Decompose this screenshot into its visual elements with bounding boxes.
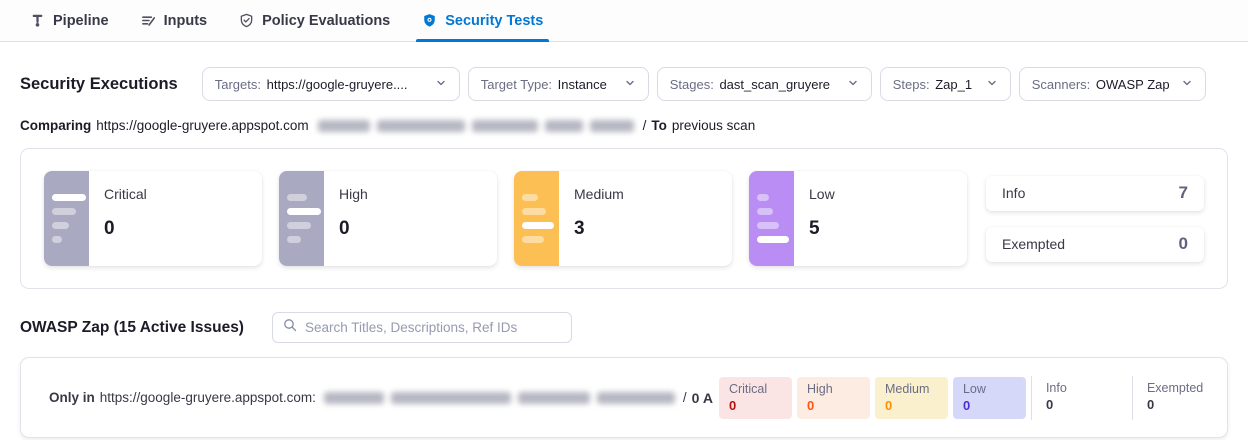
comparing-separator: / [643, 118, 647, 133]
severity-count: 0 [104, 218, 147, 240]
inputs-icon [141, 13, 156, 28]
exempted-card: Exempted 0 [986, 227, 1204, 262]
medium-bars-icon [514, 171, 559, 266]
medium-card: Medium 3 [514, 171, 732, 266]
to-label: To [651, 118, 667, 133]
execution-tabbar: Pipeline Inputs Policy Evaluations Secur… [0, 0, 1248, 42]
dropdown-value: dast_scan_gruyere [719, 77, 830, 92]
severity-count: 5 [809, 218, 835, 240]
dropdown-label: Targets: [215, 77, 261, 92]
dropdown-label: Steps: [893, 77, 930, 92]
issue-row-url: https://google-gruyere.appspot.com: [100, 390, 316, 405]
issue-row-text: Only in https://google-gruyere.appspot.c… [49, 390, 713, 406]
search-input[interactable] [305, 320, 561, 335]
low-badge: Low 0 [953, 377, 1026, 419]
stages-dropdown[interactable]: Stages: dast_scan_gruyere [657, 67, 872, 101]
steps-dropdown[interactable]: Steps: Zap_1 [880, 67, 1011, 101]
critical-badge: Critical 0 [719, 377, 792, 419]
dropdown-label: Target Type: [481, 77, 552, 92]
dropdown-value: Zap_1 [935, 77, 972, 92]
only-in-label: Only in [49, 390, 95, 405]
chevron-down-icon [1181, 77, 1193, 92]
dropdown-label: Stages: [670, 77, 714, 92]
info-count: 7 [1179, 183, 1188, 203]
info-card: Info 7 [986, 176, 1204, 211]
severity-count: 0 [339, 218, 368, 240]
chevron-down-icon [435, 77, 447, 92]
comparing-line: Comparing https://google-gruyere.appspot… [20, 118, 1228, 133]
shield-check-icon [239, 13, 254, 28]
exempted-badge: Exempted 0 [1132, 376, 1228, 420]
pipeline-icon [30, 13, 45, 28]
critical-bars-icon [44, 171, 89, 266]
medium-badge: Medium 0 [875, 377, 948, 419]
low-bars-icon [749, 171, 794, 266]
issues-search-box [272, 312, 572, 343]
scanners-dropdown[interactable]: Scanners: OWASP Zap [1019, 67, 1206, 101]
chevron-down-icon [624, 77, 636, 92]
exempted-label: Exempted [1002, 236, 1065, 252]
info-badge: Info 0 [1031, 376, 1127, 420]
issues-section-header: OWASP Zap (15 Active Issues) [20, 312, 1228, 343]
dropdown-value: https://google-gruyere.... [267, 77, 408, 92]
tab-inputs[interactable]: Inputs [141, 0, 208, 41]
targets-dropdown[interactable]: Targets: https://google-gruyere.... [202, 67, 460, 101]
tab-label: Policy Evaluations [262, 13, 390, 29]
severity-label: Medium [574, 186, 624, 202]
tab-label: Security Tests [445, 13, 543, 29]
high-bars-icon [279, 171, 324, 266]
high-card: High 0 [279, 171, 497, 266]
dropdown-value: OWASP Zap [1096, 77, 1170, 92]
severity-label: High [339, 186, 368, 202]
target-type-dropdown[interactable]: Target Type: Instance [468, 67, 649, 101]
chevron-down-icon [986, 77, 998, 92]
info-label: Info [1002, 185, 1025, 201]
critical-card: Critical 0 [44, 171, 262, 266]
issue-group-row[interactable]: Only in https://google-gruyere.appspot.c… [20, 357, 1228, 438]
shield-gear-icon [422, 13, 437, 28]
dropdown-label: Scanners: [1032, 77, 1091, 92]
security-executions-header: Security Executions Targets: https://goo… [20, 67, 1228, 101]
dropdown-value: Instance [558, 77, 607, 92]
scanner-issues-title: OWASP Zap (15 Active Issues) [20, 319, 244, 337]
tab-policy-evaluations[interactable]: Policy Evaluations [239, 0, 390, 41]
low-card: Low 5 [749, 171, 967, 266]
redacted-text [324, 392, 675, 404]
severity-label: Low [809, 186, 835, 202]
tab-label: Pipeline [53, 13, 109, 29]
comparing-url: https://google-gruyere.appspot.com [96, 118, 308, 133]
to-value: previous scan [672, 118, 755, 133]
issue-row-count: 0 A [692, 390, 713, 406]
tab-label: Inputs [164, 13, 208, 29]
severity-summary-panel: Critical 0 High 0 Medium 3 Low 5 Info 7 … [20, 148, 1228, 289]
redacted-text [318, 120, 634, 132]
severity-badges: Critical 0 High 0 Medium 0 Low 0 Info 0 … [719, 376, 1228, 420]
side-counts-column: Info 7 Exempted 0 [986, 176, 1204, 262]
issue-row-separator: / [683, 390, 687, 405]
severity-count: 3 [574, 218, 624, 240]
tab-security-tests[interactable]: Security Tests [422, 0, 543, 41]
search-icon [283, 318, 297, 337]
chevron-down-icon [847, 77, 859, 92]
comparing-label: Comparing [20, 118, 91, 133]
exempted-count: 0 [1179, 234, 1188, 254]
severity-label: Critical [104, 186, 147, 202]
tab-pipeline[interactable]: Pipeline [30, 0, 109, 41]
page-title: Security Executions [20, 75, 178, 94]
high-badge: High 0 [797, 377, 870, 419]
